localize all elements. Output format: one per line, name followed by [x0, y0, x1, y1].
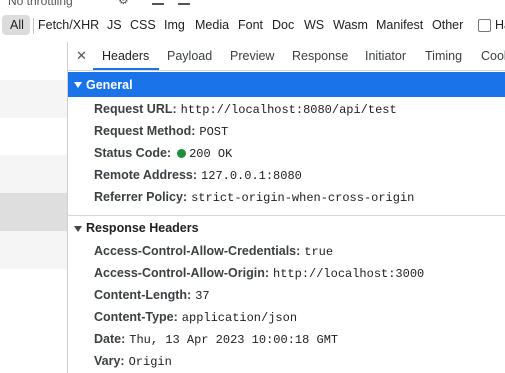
header-value: 127.0.0.1:8080 — [201, 169, 302, 183]
header-key: Access-Control-Allow-Origin: — [94, 266, 270, 280]
request-list — [0, 42, 68, 373]
header-value: application/json — [181, 311, 298, 325]
tab-response[interactable]: Response — [292, 49, 348, 63]
tab-headers[interactable]: Headers — [102, 49, 149, 63]
filter-trailing-label: Ha — [495, 18, 505, 32]
header-value: 37 — [195, 289, 210, 303]
response-row: Date: Thu, 13 Apr 2023 10:00:18 GMT — [94, 332, 338, 347]
settings-gear-icon[interactable]: ⚙ — [118, 0, 129, 7]
header-key: Date: — [94, 332, 126, 346]
tab-initiator[interactable]: Initiator — [365, 49, 406, 63]
filter-other[interactable]: Other — [432, 15, 463, 35]
tab-preview[interactable]: Preview — [230, 49, 274, 63]
general-row-method: Request Method: POST — [94, 124, 228, 139]
list-item[interactable] — [0, 155, 67, 194]
header-key: Referrer Policy: — [94, 190, 188, 204]
header-value: 200 OK — [189, 147, 233, 161]
filter-img[interactable]: Img — [164, 15, 185, 35]
filter-separator — [33, 18, 34, 34]
header-value: strict-origin-when-cross-origin — [191, 191, 415, 205]
header-key: Request URL: — [94, 102, 177, 116]
export-har-icon[interactable] — [178, 0, 190, 5]
filter-font[interactable]: Font — [238, 15, 263, 35]
header-key: Request Method: — [94, 124, 196, 138]
filter-wasm[interactable]: Wasm — [333, 15, 368, 35]
header-value: true — [304, 245, 334, 259]
header-key: Content-Length: — [94, 288, 192, 302]
general-row-request-url: Request URL: http://localhost:8080/api/te… — [94, 102, 397, 117]
header-key: Access-Control-Allow-Credentials: — [94, 244, 301, 258]
header-value: Thu, 13 Apr 2023 10:00:18 GMT — [129, 333, 339, 347]
header-value: Origin — [128, 355, 172, 369]
response-row: Content-Length: 37 — [94, 288, 210, 303]
response-row: Access-Control-Allow-Credentials: true — [94, 244, 333, 259]
filter-media[interactable]: Media — [195, 15, 229, 35]
list-item[interactable] — [0, 118, 67, 157]
filter-js[interactable]: JS — [107, 15, 122, 35]
header-value: POST — [199, 125, 229, 139]
detail-tabs: ✕ Headers Payload Preview Response Initi… — [68, 42, 505, 71]
general-section-header[interactable]: General — [68, 72, 505, 97]
expand-triangle-icon — [74, 226, 82, 232]
status-ok-icon — [177, 149, 187, 158]
top-toolbar: No throttling ⚙ — [0, 0, 505, 8]
general-row-remote-address: Remote Address: 127.0.0.1:8080 — [94, 168, 302, 183]
section-title: General — [86, 78, 133, 92]
list-item[interactable] — [0, 42, 67, 81]
import-har-icon[interactable] — [152, 0, 164, 5]
expand-triangle-icon — [74, 82, 82, 88]
tab-cookies[interactable]: Cook — [481, 49, 505, 63]
list-item-selected[interactable] — [0, 193, 67, 232]
filter-doc[interactable]: Doc — [272, 15, 294, 35]
list-item[interactable] — [0, 269, 67, 307]
response-row: Access-Control-Allow-Origin: http://local… — [94, 266, 424, 281]
filter-bar: All Fetch/XHR JS CSS Img Media Font Doc … — [0, 8, 505, 43]
filter-ws[interactable]: WS — [304, 15, 324, 35]
tab-payload[interactable]: Payload — [167, 49, 212, 63]
filter-fetch-xhr[interactable]: Fetch/XHR — [38, 15, 99, 35]
active-tab-indicator — [93, 68, 159, 70]
throttling-select[interactable]: No throttling — [8, 0, 73, 8]
close-icon[interactable]: ✕ — [76, 48, 87, 64]
general-row-status: Status Code: 200 OK — [94, 146, 232, 161]
general-row-referrer-policy: Referrer Policy: strict-origin-when-cross… — [94, 190, 414, 205]
header-key: Remote Address: — [94, 168, 198, 182]
header-value: http://localhost:3000 — [273, 267, 425, 281]
header-key: Status Code: — [94, 146, 172, 160]
list-item[interactable] — [0, 231, 67, 270]
header-value: http://localhost:8080/api/test — [180, 103, 397, 117]
response-headers-section-header[interactable]: Response Headers — [68, 215, 505, 240]
header-key: Content-Type: — [94, 310, 178, 324]
response-row: Vary: Origin — [94, 354, 172, 369]
filter-all[interactable]: All — [2, 15, 30, 35]
section-title: Response Headers — [86, 221, 199, 235]
response-row: Content-Type: application/json — [94, 310, 297, 325]
header-key: Vary: — [94, 354, 125, 368]
tab-timing[interactable]: Timing — [425, 49, 462, 63]
filter-css[interactable]: CSS — [130, 15, 156, 35]
hide-data-urls-checkbox[interactable] — [478, 19, 491, 32]
filter-manifest[interactable]: Manifest — [376, 15, 423, 35]
list-item[interactable] — [0, 80, 67, 119]
